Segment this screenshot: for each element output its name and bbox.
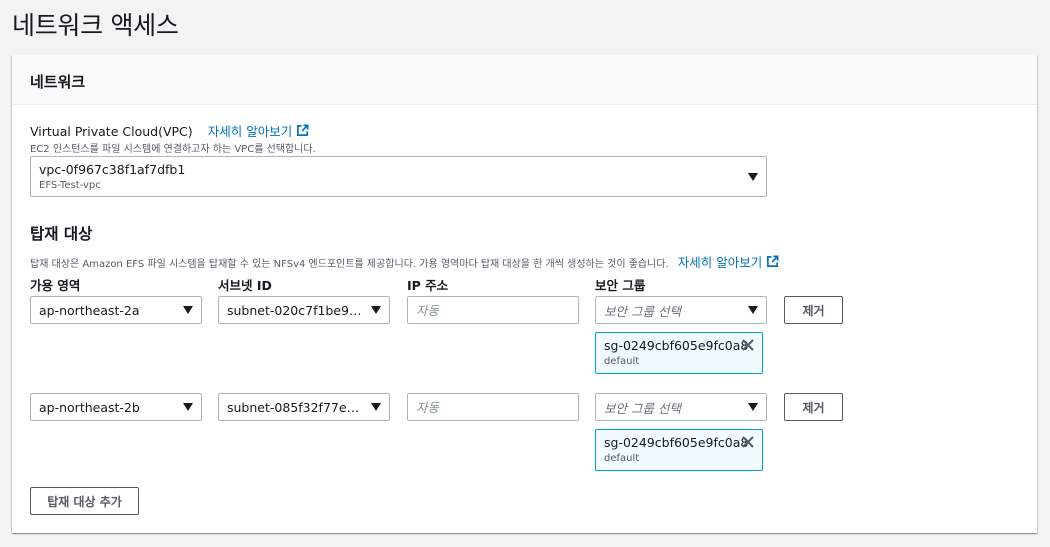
security-group-token-name: sg-0249cbf605e9fc0a8: [604, 338, 749, 353]
column-header-sg: 보안 그룹: [595, 278, 646, 293]
page-title: 네트워크 액세스: [12, 11, 179, 40]
az-select-value: ap-northeast-2b: [39, 399, 140, 415]
security-group-token-2: sg-0249cbf605e9fc0a8 default: [595, 429, 763, 471]
external-link-icon: [297, 124, 309, 136]
subnet-select-value: subnet-020c7f1be91...: [227, 302, 365, 318]
subnet-select-1[interactable]: subnet-020c7f1be91...: [218, 296, 390, 324]
add-mount-target-button[interactable]: 탑재 대상 추가: [30, 487, 139, 515]
security-group-token-1: sg-0249cbf605e9fc0a8 default: [595, 332, 763, 374]
network-panel: 네트워크 Virtual Private Cloud(VPC) 자세히 알아보기…: [12, 55, 1037, 533]
vpc-description: EC2 인스턴스를 파일 시스템에 연결하고자 하는 VPC를 선택합니다.: [30, 144, 316, 155]
mount-learn-more-link[interactable]: 자세히 알아보기: [678, 252, 779, 271]
subnet-select-2[interactable]: subnet-085f32f77eb...: [218, 393, 390, 421]
mount-targets-title: 탑재 대상: [30, 225, 93, 243]
mount-targets-description-row: 탑재 대상은 Amazon EFS 파일 시스템을 탑재할 수 있는 NFSv4…: [30, 252, 779, 271]
ip-address-input-2[interactable]: [407, 393, 579, 421]
vpc-label-row: Virtual Private Cloud(VPC) 자세히 알아보기: [30, 121, 309, 140]
caret-down-icon: [371, 306, 381, 314]
mount-learn-more-text: 자세히 알아보기: [677, 255, 763, 270]
security-group-placeholder: 보안 그룹 선택: [604, 303, 681, 319]
vpc-select[interactable]: vpc-0f967c38f1af7dfb1 EFS-Test-vpc: [30, 156, 767, 197]
security-group-placeholder: 보안 그룹 선택: [604, 400, 681, 416]
caret-down-icon: [748, 403, 758, 411]
remove-button-1[interactable]: 제거: [784, 296, 843, 324]
az-select-2[interactable]: ap-northeast-2b: [30, 393, 202, 421]
vpc-learn-more-link[interactable]: 자세히 알아보기: [208, 121, 309, 140]
mount-targets-description: 탑재 대상은 Amazon EFS 파일 시스템을 탑재할 수 있는 NFSv4…: [30, 259, 669, 270]
security-group-select-1[interactable]: 보안 그룹 선택: [595, 296, 767, 324]
caret-down-icon: [748, 172, 758, 181]
subnet-select-value: subnet-085f32f77eb...: [227, 399, 365, 415]
column-header-subnet: 서브넷 ID: [218, 278, 272, 293]
vpc-learn-more-text: 자세히 알아보기: [207, 124, 293, 139]
column-header-ip: IP 주소: [407, 278, 449, 293]
security-group-select-2[interactable]: 보안 그룹 선택: [595, 393, 767, 421]
vpc-selected-id: vpc-0f967c38f1af7dfb1: [39, 162, 186, 177]
caret-down-icon: [183, 403, 193, 411]
vpc-selected-name: EFS-Test-vpc: [39, 180, 101, 191]
panel-header: 네트워크: [12, 55, 1037, 105]
security-group-token-name: sg-0249cbf605e9fc0a8: [604, 435, 749, 450]
caret-down-icon: [183, 306, 193, 314]
external-link-icon: [767, 255, 779, 267]
panel-title: 네트워크: [30, 73, 86, 91]
close-icon[interactable]: [741, 435, 755, 449]
column-header-az: 가용 영역: [30, 278, 81, 293]
ip-address-input-1[interactable]: [407, 296, 579, 324]
security-group-token-desc: default: [604, 356, 640, 367]
caret-down-icon: [748, 306, 758, 314]
security-group-token-desc: default: [604, 453, 640, 464]
close-icon[interactable]: [741, 338, 755, 352]
vpc-label: Virtual Private Cloud(VPC): [30, 124, 193, 139]
caret-down-icon: [371, 403, 381, 411]
az-select-value: ap-northeast-2a: [39, 302, 140, 318]
remove-button-2[interactable]: 제거: [784, 393, 843, 421]
az-select-1[interactable]: ap-northeast-2a: [30, 296, 202, 324]
